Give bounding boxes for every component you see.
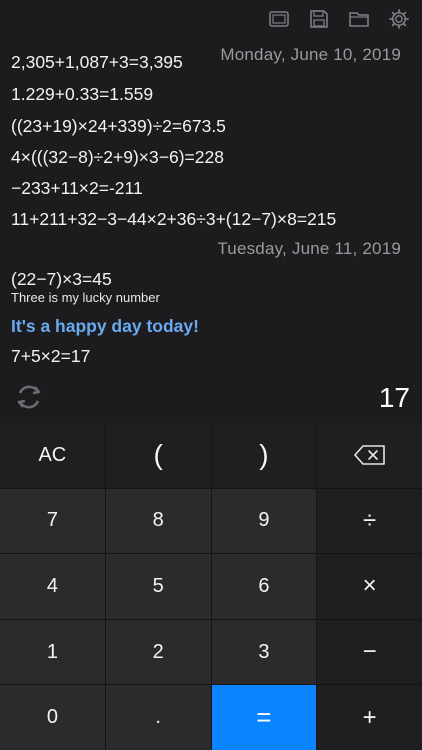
subtract-button[interactable]: − bbox=[317, 619, 422, 685]
history-entry[interactable]: ((23+19)×24+339)÷2=673.5 bbox=[11, 116, 226, 137]
digit-6-button[interactable]: 6 bbox=[211, 554, 317, 619]
refresh-icon[interactable] bbox=[12, 380, 46, 414]
digit-7-button[interactable]: 7 bbox=[0, 488, 105, 554]
save-icon[interactable] bbox=[308, 8, 330, 30]
divide-button[interactable]: ÷ bbox=[317, 488, 422, 554]
digit-9-button[interactable]: 9 bbox=[211, 488, 317, 554]
folder-icon[interactable] bbox=[348, 8, 370, 30]
toolbar bbox=[268, 8, 410, 30]
keypad: AC ( ) 7 8 9 ÷ 4 5 6 × 1 2 3 − 0 . = + bbox=[0, 423, 422, 750]
digit-2-button[interactable]: 2 bbox=[105, 619, 211, 685]
history-entry[interactable]: 11+211+32−3−44×2+36÷3+(12−7)×8=215 bbox=[11, 209, 336, 230]
backspace-icon bbox=[353, 445, 385, 466]
add-button[interactable]: + bbox=[317, 685, 422, 750]
history-note: Three is my lucky number bbox=[11, 290, 160, 305]
history-comment[interactable]: It's a happy day today! bbox=[11, 316, 199, 337]
digit-3-button[interactable]: 3 bbox=[211, 619, 317, 685]
backspace-button[interactable] bbox=[317, 423, 422, 488]
screen-icon[interactable] bbox=[268, 8, 290, 30]
history-entry[interactable]: 2,305+1,087+3=3,395 bbox=[11, 52, 183, 73]
digit-0-button[interactable]: 0 bbox=[0, 685, 105, 750]
multiply-button[interactable]: × bbox=[317, 554, 422, 619]
history-entry[interactable]: 4×(((32−8)÷2+9)×3−6)=228 bbox=[11, 147, 224, 168]
digit-5-button[interactable]: 5 bbox=[105, 554, 211, 619]
history-panel: Monday, June 10, 2019 2,305+1,087+3=3,39… bbox=[0, 0, 422, 422]
result-row: 17 bbox=[0, 378, 422, 418]
history-date: Tuesday, June 11, 2019 bbox=[217, 239, 401, 258]
clear-button[interactable]: AC bbox=[0, 423, 105, 488]
history-entry[interactable]: (22−7)×3=45 bbox=[11, 269, 112, 290]
history-entry[interactable]: −233+11×2=-211 bbox=[11, 178, 143, 199]
history-entry[interactable]: 1.229+0.33=1.559 bbox=[11, 84, 153, 105]
history-date: Monday, June 10, 2019 bbox=[220, 45, 401, 64]
gear-icon[interactable] bbox=[388, 8, 410, 30]
digit-4-button[interactable]: 4 bbox=[0, 554, 105, 619]
digit-8-button[interactable]: 8 bbox=[105, 488, 211, 554]
history-entry[interactable]: 7+5×2=17 bbox=[11, 346, 90, 367]
left-paren-button[interactable]: ( bbox=[105, 423, 211, 488]
result-display: 17 bbox=[378, 382, 410, 413]
digit-1-button[interactable]: 1 bbox=[0, 619, 105, 685]
decimal-button[interactable]: . bbox=[105, 685, 211, 750]
equals-button[interactable]: = bbox=[211, 685, 317, 750]
right-paren-button[interactable]: ) bbox=[211, 423, 317, 488]
